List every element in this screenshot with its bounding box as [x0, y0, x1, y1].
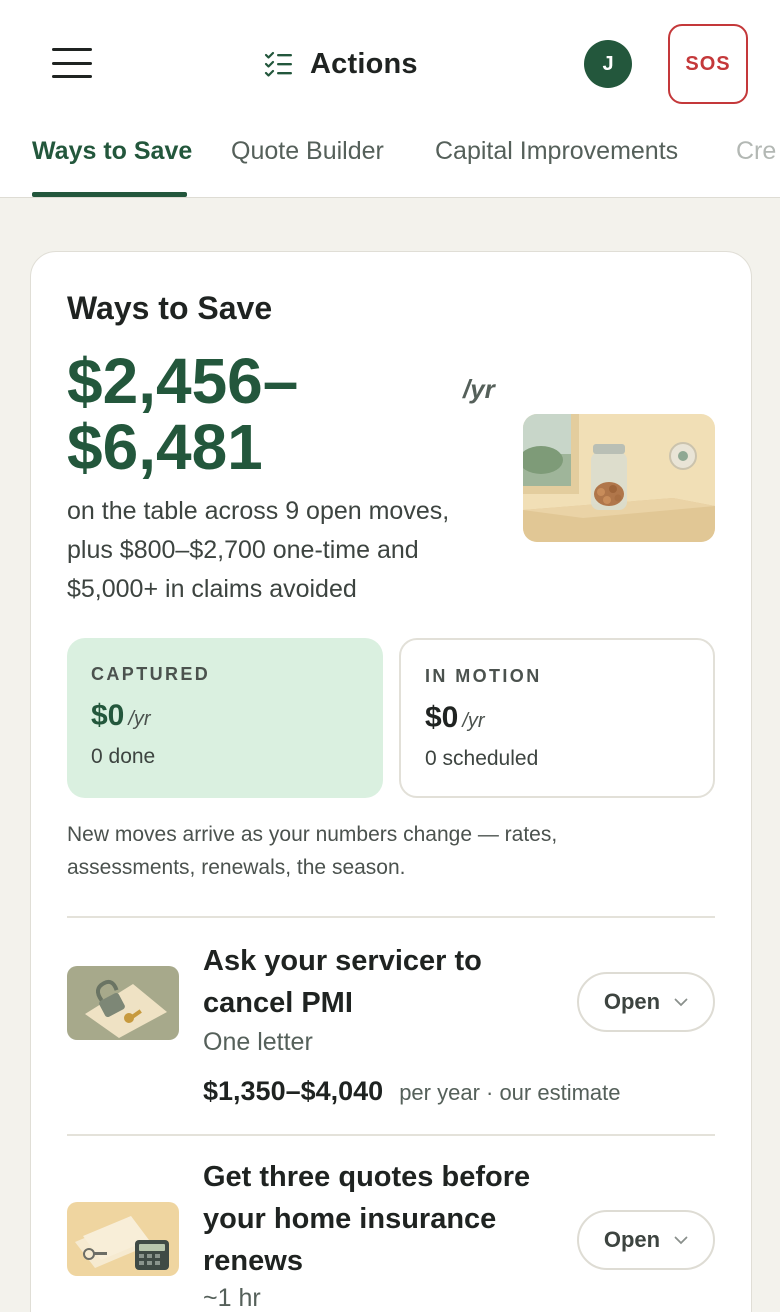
move-amount: $1,350–$4,040 [203, 1076, 384, 1106]
sos-button[interactable]: SOS [668, 24, 748, 104]
note-line: assessments, renewals, the season. [67, 856, 406, 879]
move-title-line: Ask your servicer to [203, 945, 482, 977]
open-move-button[interactable]: Open [577, 972, 715, 1032]
captured-unit: /yr [128, 708, 151, 730]
move-value: $1,350–$4,040 per year · our estimate [203, 1076, 621, 1107]
hamburger-menu-icon[interactable] [52, 48, 92, 78]
ways-to-save-card: Ways to Save $2,456– $6,481 /yr on the t… [30, 251, 752, 1312]
tab-truncated[interactable]: Cre [736, 137, 776, 195]
captured-value-group: $0 /yr [91, 699, 359, 733]
move-title-line: renews [203, 1245, 303, 1277]
move-effort: ~1 hr [203, 1284, 261, 1312]
move-title-line: your home insurance [203, 1203, 497, 1235]
chevron-down-icon [674, 1236, 688, 1244]
tab-bar: Ways to Save Quote Builder Capital Impro… [0, 125, 780, 198]
in-motion-stat: IN MOTION $0 /yr 0 scheduled [399, 638, 715, 798]
move-title: Get three quotes before your home insura… [203, 1156, 563, 1282]
in-motion-sub: 0 scheduled [425, 747, 539, 770]
captured-label: CAPTURED [91, 664, 211, 684]
tab-capital-improvements[interactable]: Capital Improvements [435, 137, 678, 195]
move-amount-note: per year · our estimate [399, 1080, 621, 1105]
captured-stat: CAPTURED $0 /yr 0 done [67, 638, 383, 798]
captured-sub: 0 done [91, 745, 156, 768]
in-motion-value-group: $0 /yr [425, 701, 689, 735]
move-title-line: cancel PMI [203, 987, 353, 1019]
open-button-label: Open [603, 1227, 661, 1252]
padlock-key-icon [67, 966, 179, 1040]
divider [67, 1134, 715, 1136]
savings-range-high: $6,481 [67, 411, 263, 483]
note-line: New moves arrive as your numbers change … [67, 823, 558, 846]
card-title: Ways to Save [67, 290, 273, 326]
captured-value: $0 [91, 699, 125, 732]
move-title-line: Get three quotes before [203, 1161, 531, 1193]
active-tab-indicator [32, 192, 187, 197]
open-move-button[interactable]: Open [577, 1210, 715, 1270]
savings-range: $2,456– $6,481 [67, 348, 467, 480]
checklist-icon [264, 51, 292, 77]
move-effort: One letter [203, 1028, 313, 1056]
top-bar: Actions J SOS [0, 0, 780, 125]
info-note: New moves arrive as your numbers change … [67, 818, 627, 884]
summary-line: on the table across 9 open moves, [67, 497, 450, 525]
savings-jar-illustration [523, 414, 715, 542]
in-motion-unit: /yr [462, 710, 485, 732]
calculator-papers-icon [67, 1202, 179, 1276]
page-title: Actions [310, 47, 418, 80]
summary-line: plus $800–$2,700 one-time and [67, 536, 419, 564]
tab-ways-to-save[interactable]: Ways to Save [32, 137, 192, 195]
savings-summary: on the table across 9 open moves, plus $… [67, 492, 487, 609]
move-title: Ask your servicer to cancel PMI [203, 940, 563, 1024]
divider [67, 916, 715, 918]
page-title-group: Actions [264, 44, 418, 84]
chevron-down-icon [674, 998, 688, 1006]
savings-range-low: $2,456– [67, 345, 299, 417]
tab-quote-builder[interactable]: Quote Builder [231, 137, 384, 195]
avatar[interactable]: J [584, 40, 632, 88]
savings-unit: /yr [463, 374, 495, 404]
open-button-label: Open [603, 989, 661, 1014]
in-motion-value: $0 [425, 701, 459, 734]
summary-line: $5,000+ in claims avoided [67, 575, 357, 603]
in-motion-label: IN MOTION [425, 666, 542, 686]
